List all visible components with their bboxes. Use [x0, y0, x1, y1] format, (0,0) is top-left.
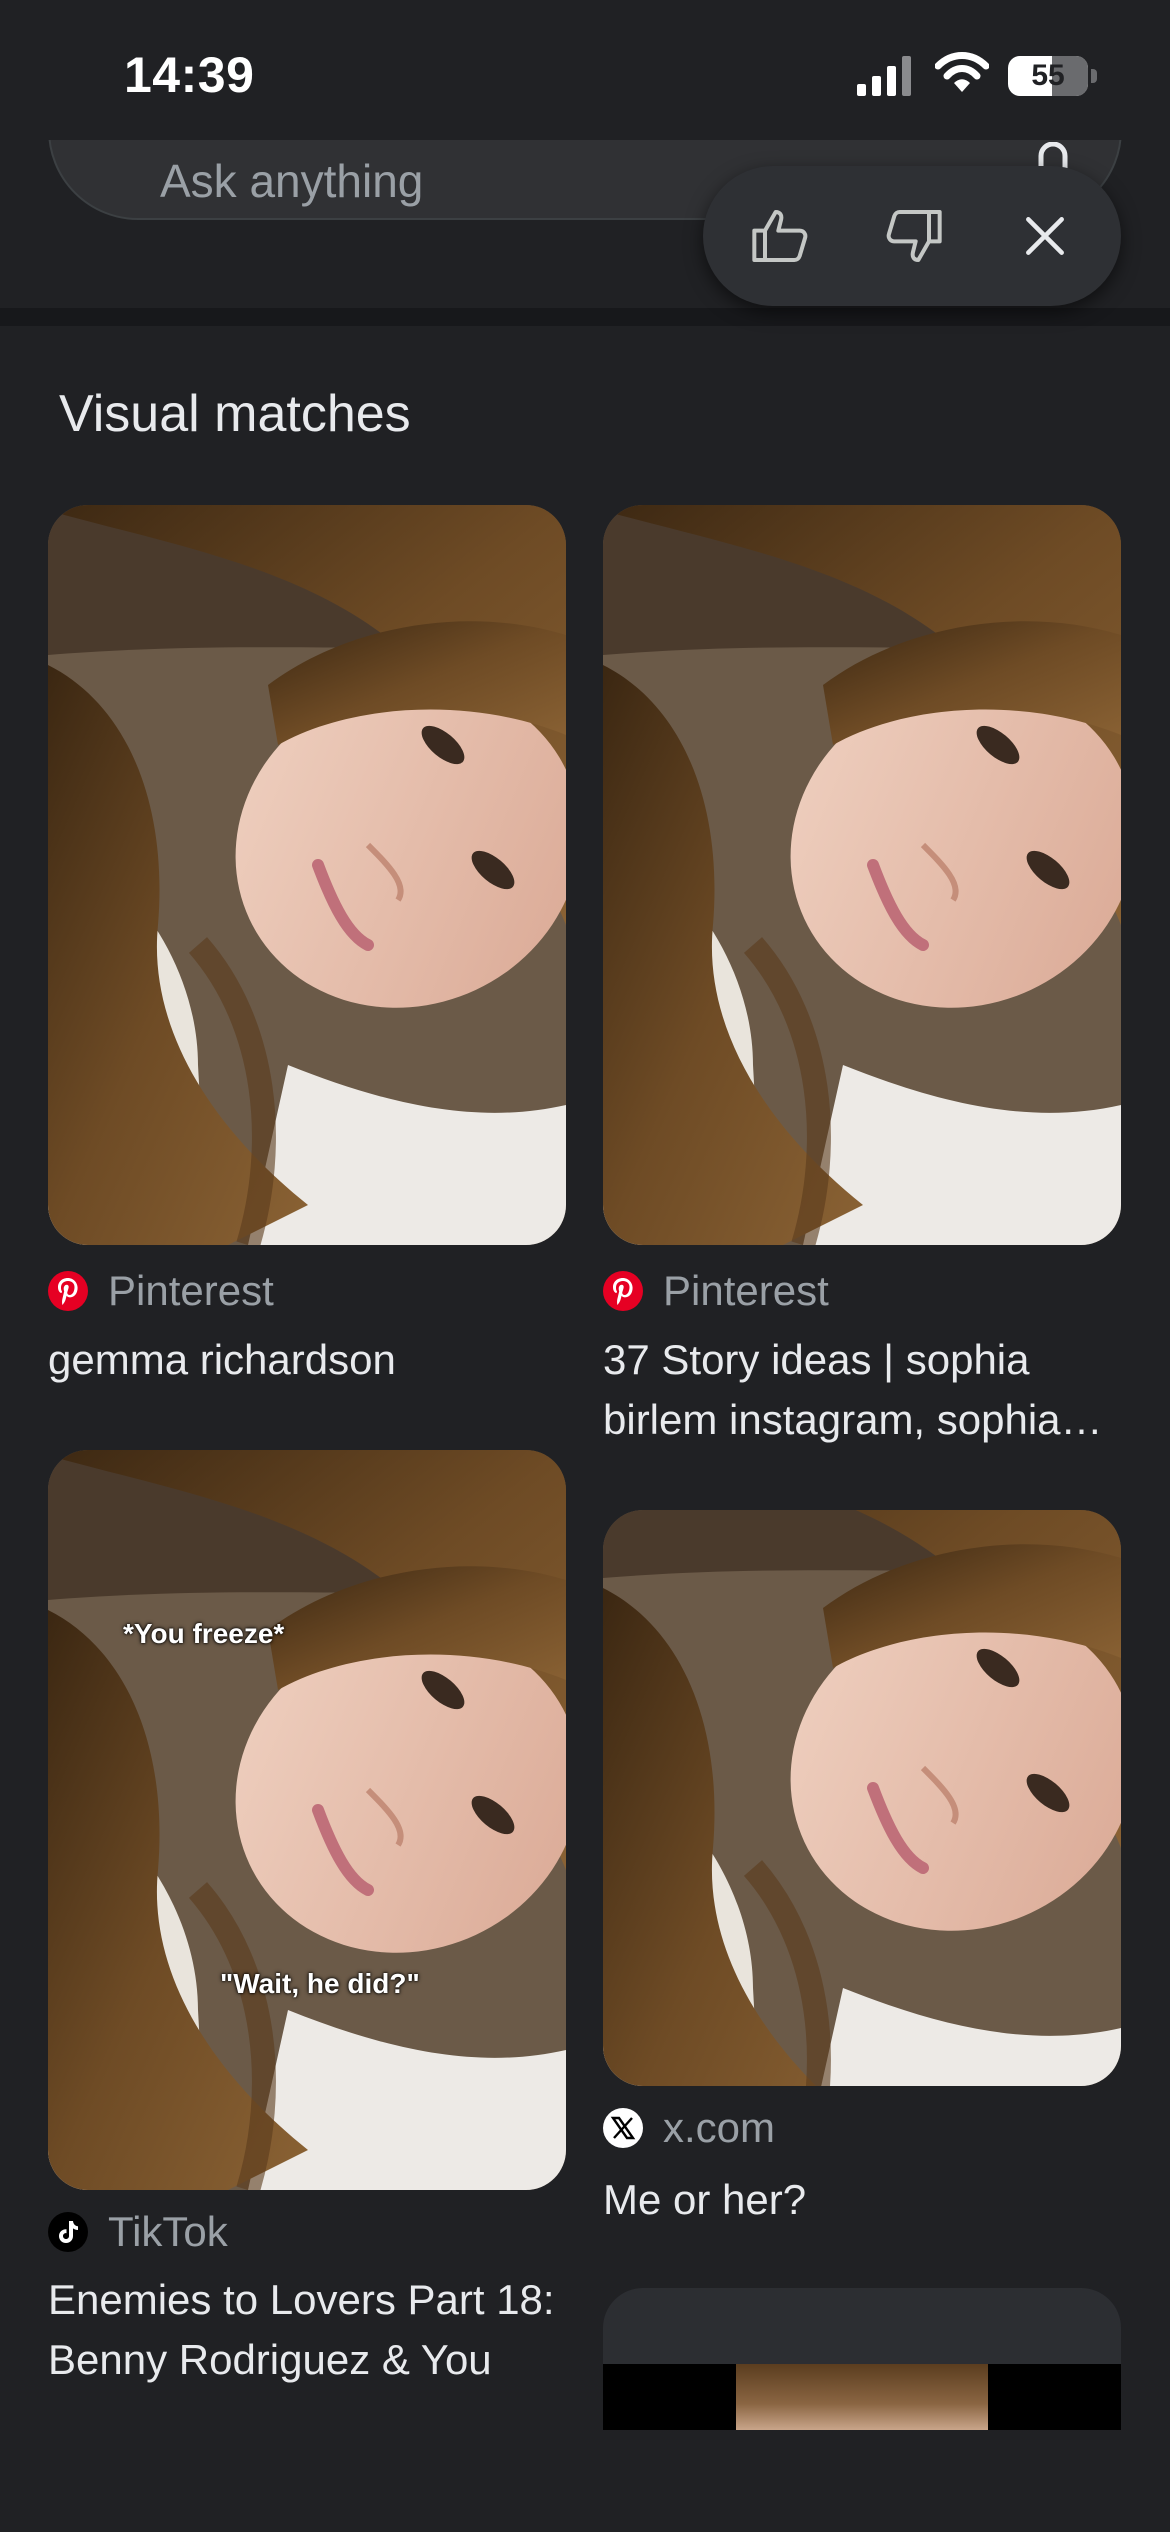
pinterest-icon — [603, 1271, 643, 1311]
result-source[interactable]: TikTok — [48, 2207, 228, 2257]
search-placeholder[interactable]: Ask anything — [160, 154, 423, 208]
thumbs-down-button[interactable] — [873, 196, 953, 276]
pinterest-icon — [48, 1271, 88, 1311]
close-button[interactable] — [1005, 196, 1085, 276]
result-source[interactable]: Pinterest — [48, 1266, 274, 1316]
result-source-name: TikTok — [108, 2208, 228, 2255]
section-title: Visual matches — [59, 385, 411, 443]
wifi-icon — [935, 52, 989, 92]
result-card[interactable]: Pinterest 37 Story ideas | sophia birlem… — [603, 505, 1121, 1445]
result-title[interactable]: Me or her? — [603, 2170, 1121, 2230]
result-thumbnail[interactable] — [48, 505, 566, 1245]
overlay-caption-bottom: "Wait, he did?" — [220, 1968, 420, 1999]
status-time: 14:39 — [124, 47, 255, 103]
status-bar: 14:39 55 — [0, 0, 1170, 140]
result-title[interactable]: gemma richardson — [48, 1330, 566, 1390]
result-card[interactable]: Pinterest gemma richardson — [48, 505, 566, 1405]
partial-thumbnail[interactable] — [736, 2364, 988, 2430]
result-title[interactable]: Enemies to Lovers Part 18: Benny Rodrigu… — [48, 2270, 566, 2390]
thumbs-down-icon — [886, 210, 942, 262]
tiktok-icon — [48, 2212, 88, 2252]
battery-icon: 55 — [1008, 56, 1098, 96]
result-thumbnail[interactable] — [603, 505, 1121, 1245]
result-thumbnail[interactable] — [603, 1510, 1121, 2086]
result-source-name: Pinterest — [663, 1267, 829, 1314]
result-source[interactable]: Pinterest — [603, 1266, 829, 1316]
thumbs-up-button[interactable] — [741, 196, 821, 276]
feedback-pill — [703, 166, 1121, 306]
battery-level: 55 — [1031, 59, 1065, 92]
overlay-caption-top: *You freeze* — [123, 1618, 285, 1649]
result-thumbnail[interactable]: *You freeze* "Wait, he did?" — [48, 1450, 566, 2190]
result-source-name: x.com — [663, 2104, 776, 2151]
result-title[interactable]: 37 Story ideas | sophia birlem instagram… — [603, 1330, 1121, 1450]
result-source[interactable]: x.com — [603, 2103, 775, 2153]
section-divider — [0, 308, 1170, 326]
thumbs-up-icon — [752, 210, 808, 262]
result-card[interactable]: *You freeze* "Wait, he did?" TikTok Enem… — [48, 1450, 566, 2400]
close-icon — [1026, 217, 1064, 255]
result-card-partial[interactable] — [603, 2288, 1121, 2430]
result-card[interactable]: x.com Me or her? — [603, 1510, 1121, 2230]
cellular-signal-icon — [857, 56, 911, 96]
x-icon — [603, 2108, 643, 2148]
result-source-name: Pinterest — [108, 1267, 274, 1314]
